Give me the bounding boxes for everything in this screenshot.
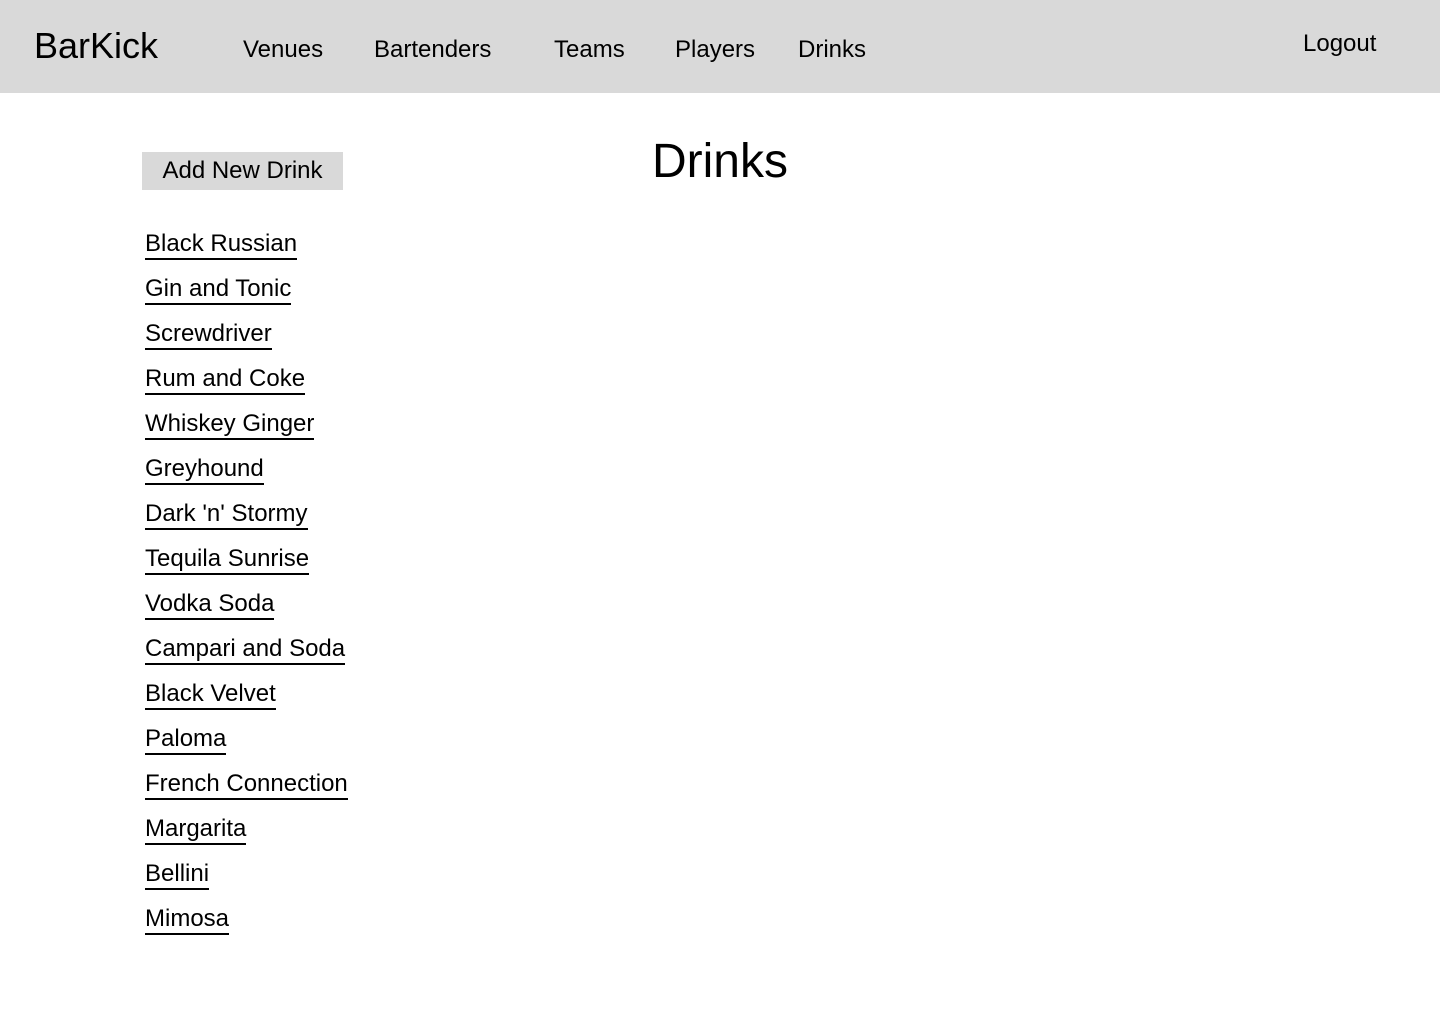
drink-link-rum-and-coke[interactable]: Rum and Coke [145,365,306,395]
drink-link-gin-and-tonic[interactable]: Gin and Tonic [145,275,292,305]
list-item: French Connection [145,770,348,815]
drink-link-paloma[interactable]: Paloma [145,725,227,755]
nav-bartenders[interactable]: Bartenders [374,36,491,64]
list-item: Whiskey Ginger [145,410,348,455]
list-item: Mimosa [145,905,348,950]
nav-players[interactable]: Players [675,36,755,64]
list-item: Bellini [145,860,348,905]
nav-teams[interactable]: Teams [554,36,625,64]
page-title: Drinks [651,135,788,188]
drink-link-screwdriver[interactable]: Screwdriver [145,320,272,350]
top-nav-bar: BarKick Venues Bartenders Teams Players … [0,0,1440,93]
drink-link-greyhound[interactable]: Greyhound [145,455,264,485]
nav-drinks[interactable]: Drinks [798,36,866,64]
list-item: Gin and Tonic [145,275,348,320]
drink-link-black-velvet[interactable]: Black Velvet [145,680,276,710]
drink-link-tequila-sunrise[interactable]: Tequila Sunrise [145,545,310,575]
list-item: Greyhound [145,455,348,500]
list-item: Dark 'n' Stormy [145,500,348,545]
nav-venues[interactable]: Venues [243,36,323,64]
drink-link-black-russian[interactable]: Black Russian [145,230,298,260]
drink-link-french-connection[interactable]: French Connection [145,770,348,800]
list-item: Black Velvet [145,680,348,725]
drink-link-bellini[interactable]: Bellini [145,860,210,890]
list-item: Campari and Soda [145,635,348,680]
logout-link[interactable]: Logout [1303,30,1376,58]
list-item: Vodka Soda [145,590,348,635]
drink-link-dark-n-stormy[interactable]: Dark 'n' Stormy [145,500,308,530]
drink-list: Black Russian Gin and Tonic Screwdriver … [145,230,348,950]
drink-link-vodka-soda[interactable]: Vodka Soda [145,590,275,620]
list-item: Screwdriver [145,320,348,365]
list-item: Margarita [145,815,348,860]
list-item: Paloma [145,725,348,770]
drink-link-margarita[interactable]: Margarita [145,815,247,845]
drink-link-mimosa[interactable]: Mimosa [145,905,230,935]
drink-link-campari-and-soda[interactable]: Campari and Soda [145,635,346,665]
list-item: Black Russian [145,230,348,275]
drink-link-whiskey-ginger[interactable]: Whiskey Ginger [145,410,315,440]
list-item: Tequila Sunrise [145,545,348,590]
brand-logo[interactable]: BarKick [34,25,158,67]
list-item: Rum and Coke [145,365,348,410]
